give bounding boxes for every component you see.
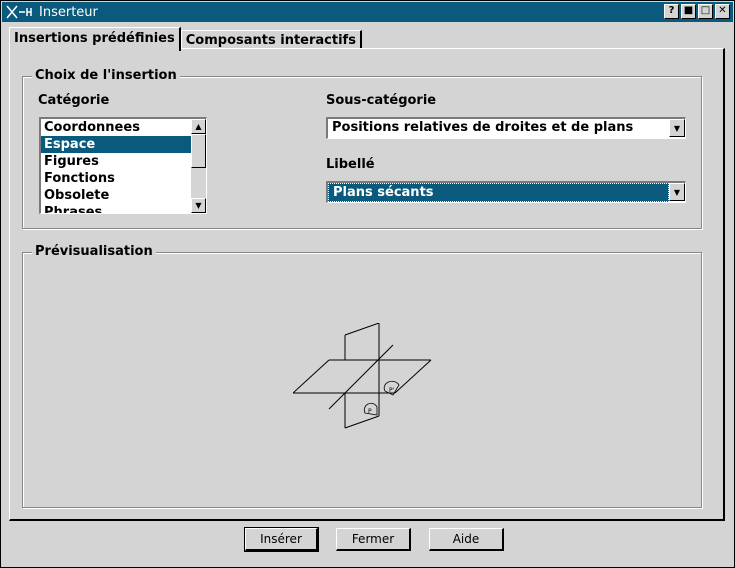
plane-p2-edge [293,359,330,394]
tab-panel: Choix de l'insertion Catégorie Coordonne… [9,48,725,521]
tab-composants-interactifs[interactable]: Composants interactifs [180,30,362,49]
category-item-obsolete[interactable]: Obsolete [41,187,191,204]
chevron-down-icon[interactable]: ▼ [669,119,685,137]
window-controls: ? ■ □ ✕ [664,4,730,19]
app-icon [5,3,35,21]
help-title-button[interactable]: ? [664,4,679,19]
window-title: Inserteur [39,4,98,20]
category-item-fonctions[interactable]: Fonctions [41,170,191,187]
preview-groupbox: Prévisualisation P P' [22,244,702,508]
choice-groupbox: Choix de l'insertion Catégorie Coordonne… [22,68,702,229]
close-button[interactable]: Fermer [336,528,411,551]
inserteur-window: Inserteur ? ■ □ ✕ Insertions prédéfinies… [0,0,735,568]
category-item-coordonnees[interactable]: Coordonnees [41,119,191,136]
intersection-line [328,344,394,410]
preview-group-title: Prévisualisation [32,244,156,259]
libelle-combobox[interactable]: Plans sécants ▼ [326,181,686,203]
choice-group-title: Choix de l'insertion [32,68,180,83]
category-item-figures[interactable]: Figures [41,153,191,170]
subcategory-value: Positions relatives de droites et de pla… [332,120,634,135]
subcategory-combobox[interactable]: Positions relatives de droites et de pla… [326,117,686,139]
tab-insertions-predefinies[interactable]: Insertions prédéfinies [9,27,181,51]
plane-p2-edge [394,359,432,394]
minimize-button[interactable]: ■ [681,4,696,19]
p-label: P [368,408,372,415]
category-item-phrases[interactable]: Phrases [41,204,191,213]
plane-p-edge [344,323,380,336]
category-list: Coordonnees Espace Figures Fonctions Obs… [41,119,191,213]
maximize-button[interactable]: □ [698,4,713,19]
category-label: Catégorie [38,93,110,108]
tab-bar: Insertions prédéfinies Composants intera… [9,27,362,51]
p2-label: P' [389,387,395,394]
insert-button[interactable]: Insérer [244,527,319,552]
intersecting-planes-figure: P P' [293,323,432,429]
libelle-label: Libellé [326,157,375,172]
libelle-value: Plans sécants [328,183,669,202]
category-item-espace[interactable]: Espace [41,136,191,153]
category-scrollbar[interactable]: ▲ ▼ [191,119,206,213]
close-window-button[interactable]: ✕ [715,4,730,19]
title-bar[interactable]: Inserteur ? ■ □ ✕ [2,2,733,22]
scroll-thumb[interactable] [191,134,206,168]
chevron-down-icon[interactable]: ▼ [669,183,685,201]
plane-p-edge [344,415,380,429]
scroll-down-arrow-icon[interactable]: ▼ [191,198,206,213]
help-button[interactable]: Aide [429,528,504,551]
category-listbox[interactable]: Coordonnees Espace Figures Fonctions Obs… [39,117,207,214]
subcategory-label: Sous-catégorie [326,93,437,108]
scroll-up-arrow-icon[interactable]: ▲ [191,119,206,134]
